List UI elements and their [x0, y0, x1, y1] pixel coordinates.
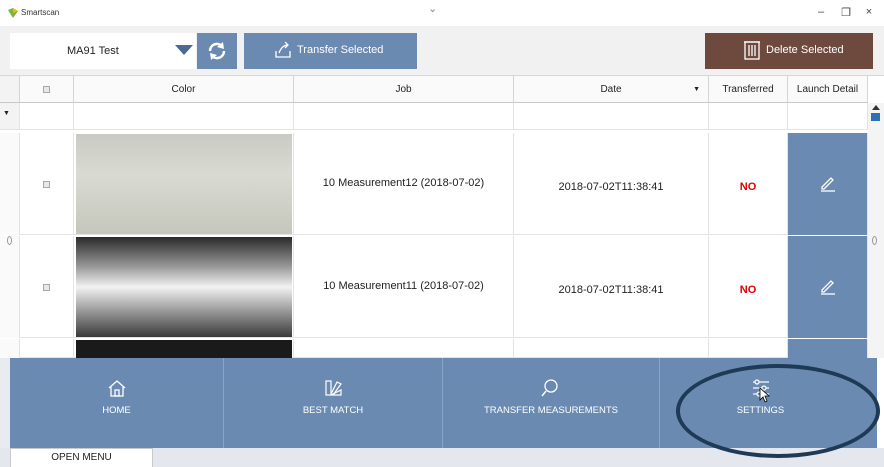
column-header-launch-detail[interactable]: Launch Detail [788, 76, 868, 103]
nav-best-match[interactable]: BEST MATCH [224, 358, 442, 448]
refresh-button[interactable] [197, 33, 237, 69]
table-row[interactable] [0, 339, 868, 358]
job-cell: 10 Measurement12 (2018-07-02) [294, 133, 514, 235]
right-resize-handle[interactable] [872, 236, 877, 245]
filter-row-indicator: ▼ [0, 103, 20, 130]
job-cell [294, 339, 514, 358]
filter-cell-date[interactable] [514, 103, 709, 130]
measurements-table: Color Job Date ▼ Transferred Launch Deta… [0, 76, 884, 358]
scroll-thumb[interactable] [871, 113, 880, 121]
title-bar: Smartscan ⌄ – ❐ × [0, 0, 884, 26]
color-cell [74, 133, 294, 235]
nav-best-match-label: BEST MATCH [302, 405, 364, 416]
row-pointer-icon: ▼ [3, 110, 10, 117]
dropdown-arrow-icon[interactable] [175, 45, 193, 55]
filter-cell-select[interactable] [20, 103, 74, 130]
close-button[interactable]: × [860, 6, 878, 18]
search-icon [541, 379, 558, 397]
color-cell [74, 339, 294, 358]
color-fan-icon [325, 380, 342, 396]
device-select-value: MA91 Test [67, 45, 119, 57]
nav-transfer-measurements-label: TRANSFER MEASUREMENTS [483, 405, 619, 416]
transferred-cell: NO [709, 236, 788, 338]
job-cell: 10 Measurement11 (2018-07-02) [294, 236, 514, 338]
row-select-cell[interactable] [20, 133, 74, 235]
column-header-date[interactable]: Date ▼ [514, 76, 709, 103]
launch-detail-button[interactable] [788, 339, 868, 358]
transferred-cell: NO [709, 133, 788, 235]
row-header-corner [0, 76, 20, 103]
delete-selected-label: Delete Selected [766, 44, 844, 56]
transfer-icon [275, 41, 291, 58]
column-header-transferred[interactable]: Transferred [709, 76, 788, 103]
device-select[interactable]: MA91 Test [10, 33, 196, 69]
date-cell [514, 339, 709, 358]
edit-pencil-icon [821, 177, 835, 192]
open-menu-tab[interactable]: OPEN MENU [10, 448, 153, 467]
filter-cell-color[interactable] [74, 103, 294, 130]
app-logo-icon [8, 8, 18, 18]
transfer-selected-button[interactable]: Transfer Selected [244, 33, 417, 69]
nav-home-label: HOME [102, 405, 131, 416]
transferred-cell [709, 339, 788, 358]
nav-home[interactable]: HOME [10, 358, 223, 448]
maximize-button[interactable]: ❐ [837, 6, 855, 19]
filter-cell-transferred[interactable] [709, 103, 788, 130]
filter-cell-job[interactable] [294, 103, 514, 130]
left-resize-handle[interactable] [7, 236, 12, 245]
row-indicator [0, 339, 20, 358]
color-swatch [76, 237, 292, 337]
trash-icon [744, 41, 760, 60]
refresh-icon [208, 42, 226, 60]
color-cell [74, 236, 294, 338]
select-all-header[interactable] [20, 76, 74, 103]
row-checkbox[interactable] [43, 181, 50, 188]
launch-detail-button[interactable] [788, 236, 868, 338]
transfer-selected-label: Transfer Selected [297, 44, 384, 56]
column-header-job[interactable]: Job [294, 76, 514, 103]
filter-cell-launch[interactable] [788, 103, 868, 130]
mouse-cursor-icon [759, 387, 771, 403]
table-row[interactable]: 10 Measurement12 (2018-07-02) 2018-07-02… [0, 133, 868, 235]
home-icon [108, 380, 125, 397]
row-select-cell[interactable] [20, 236, 74, 338]
table-row[interactable]: 10 Measurement11 (2018-07-02) 2018-07-02… [0, 236, 868, 338]
vertical-scrollbar[interactable] [868, 103, 884, 358]
row-checkbox[interactable] [43, 284, 50, 291]
minimize-button[interactable]: – [812, 6, 830, 18]
sort-down-icon: ▼ [693, 86, 700, 93]
row-indicator [0, 133, 20, 235]
row-select-cell[interactable] [20, 339, 74, 358]
date-cell: 2018-07-02T11:38:41 [514, 133, 709, 235]
delete-selected-button[interactable]: Delete Selected [705, 33, 873, 69]
column-header-date-label: Date [600, 84, 622, 95]
color-swatch [76, 340, 292, 358]
chevron-down-icon[interactable]: ⌄ [428, 2, 437, 15]
scroll-up-arrow-icon[interactable] [872, 105, 880, 110]
settings-highlight-annotation [676, 364, 880, 458]
column-header-color[interactable]: Color [74, 76, 294, 103]
app-title: Smartscan [21, 8, 60, 17]
nav-transfer-measurements[interactable]: TRANSFER MEASUREMENTS [443, 358, 659, 448]
launch-detail-button[interactable] [788, 133, 868, 235]
date-cell: 2018-07-02T11:38:41 [514, 236, 709, 338]
edit-pencil-icon [821, 280, 835, 295]
row-indicator [0, 236, 20, 338]
select-all-checkbox[interactable] [43, 86, 50, 93]
color-swatch [76, 134, 292, 234]
